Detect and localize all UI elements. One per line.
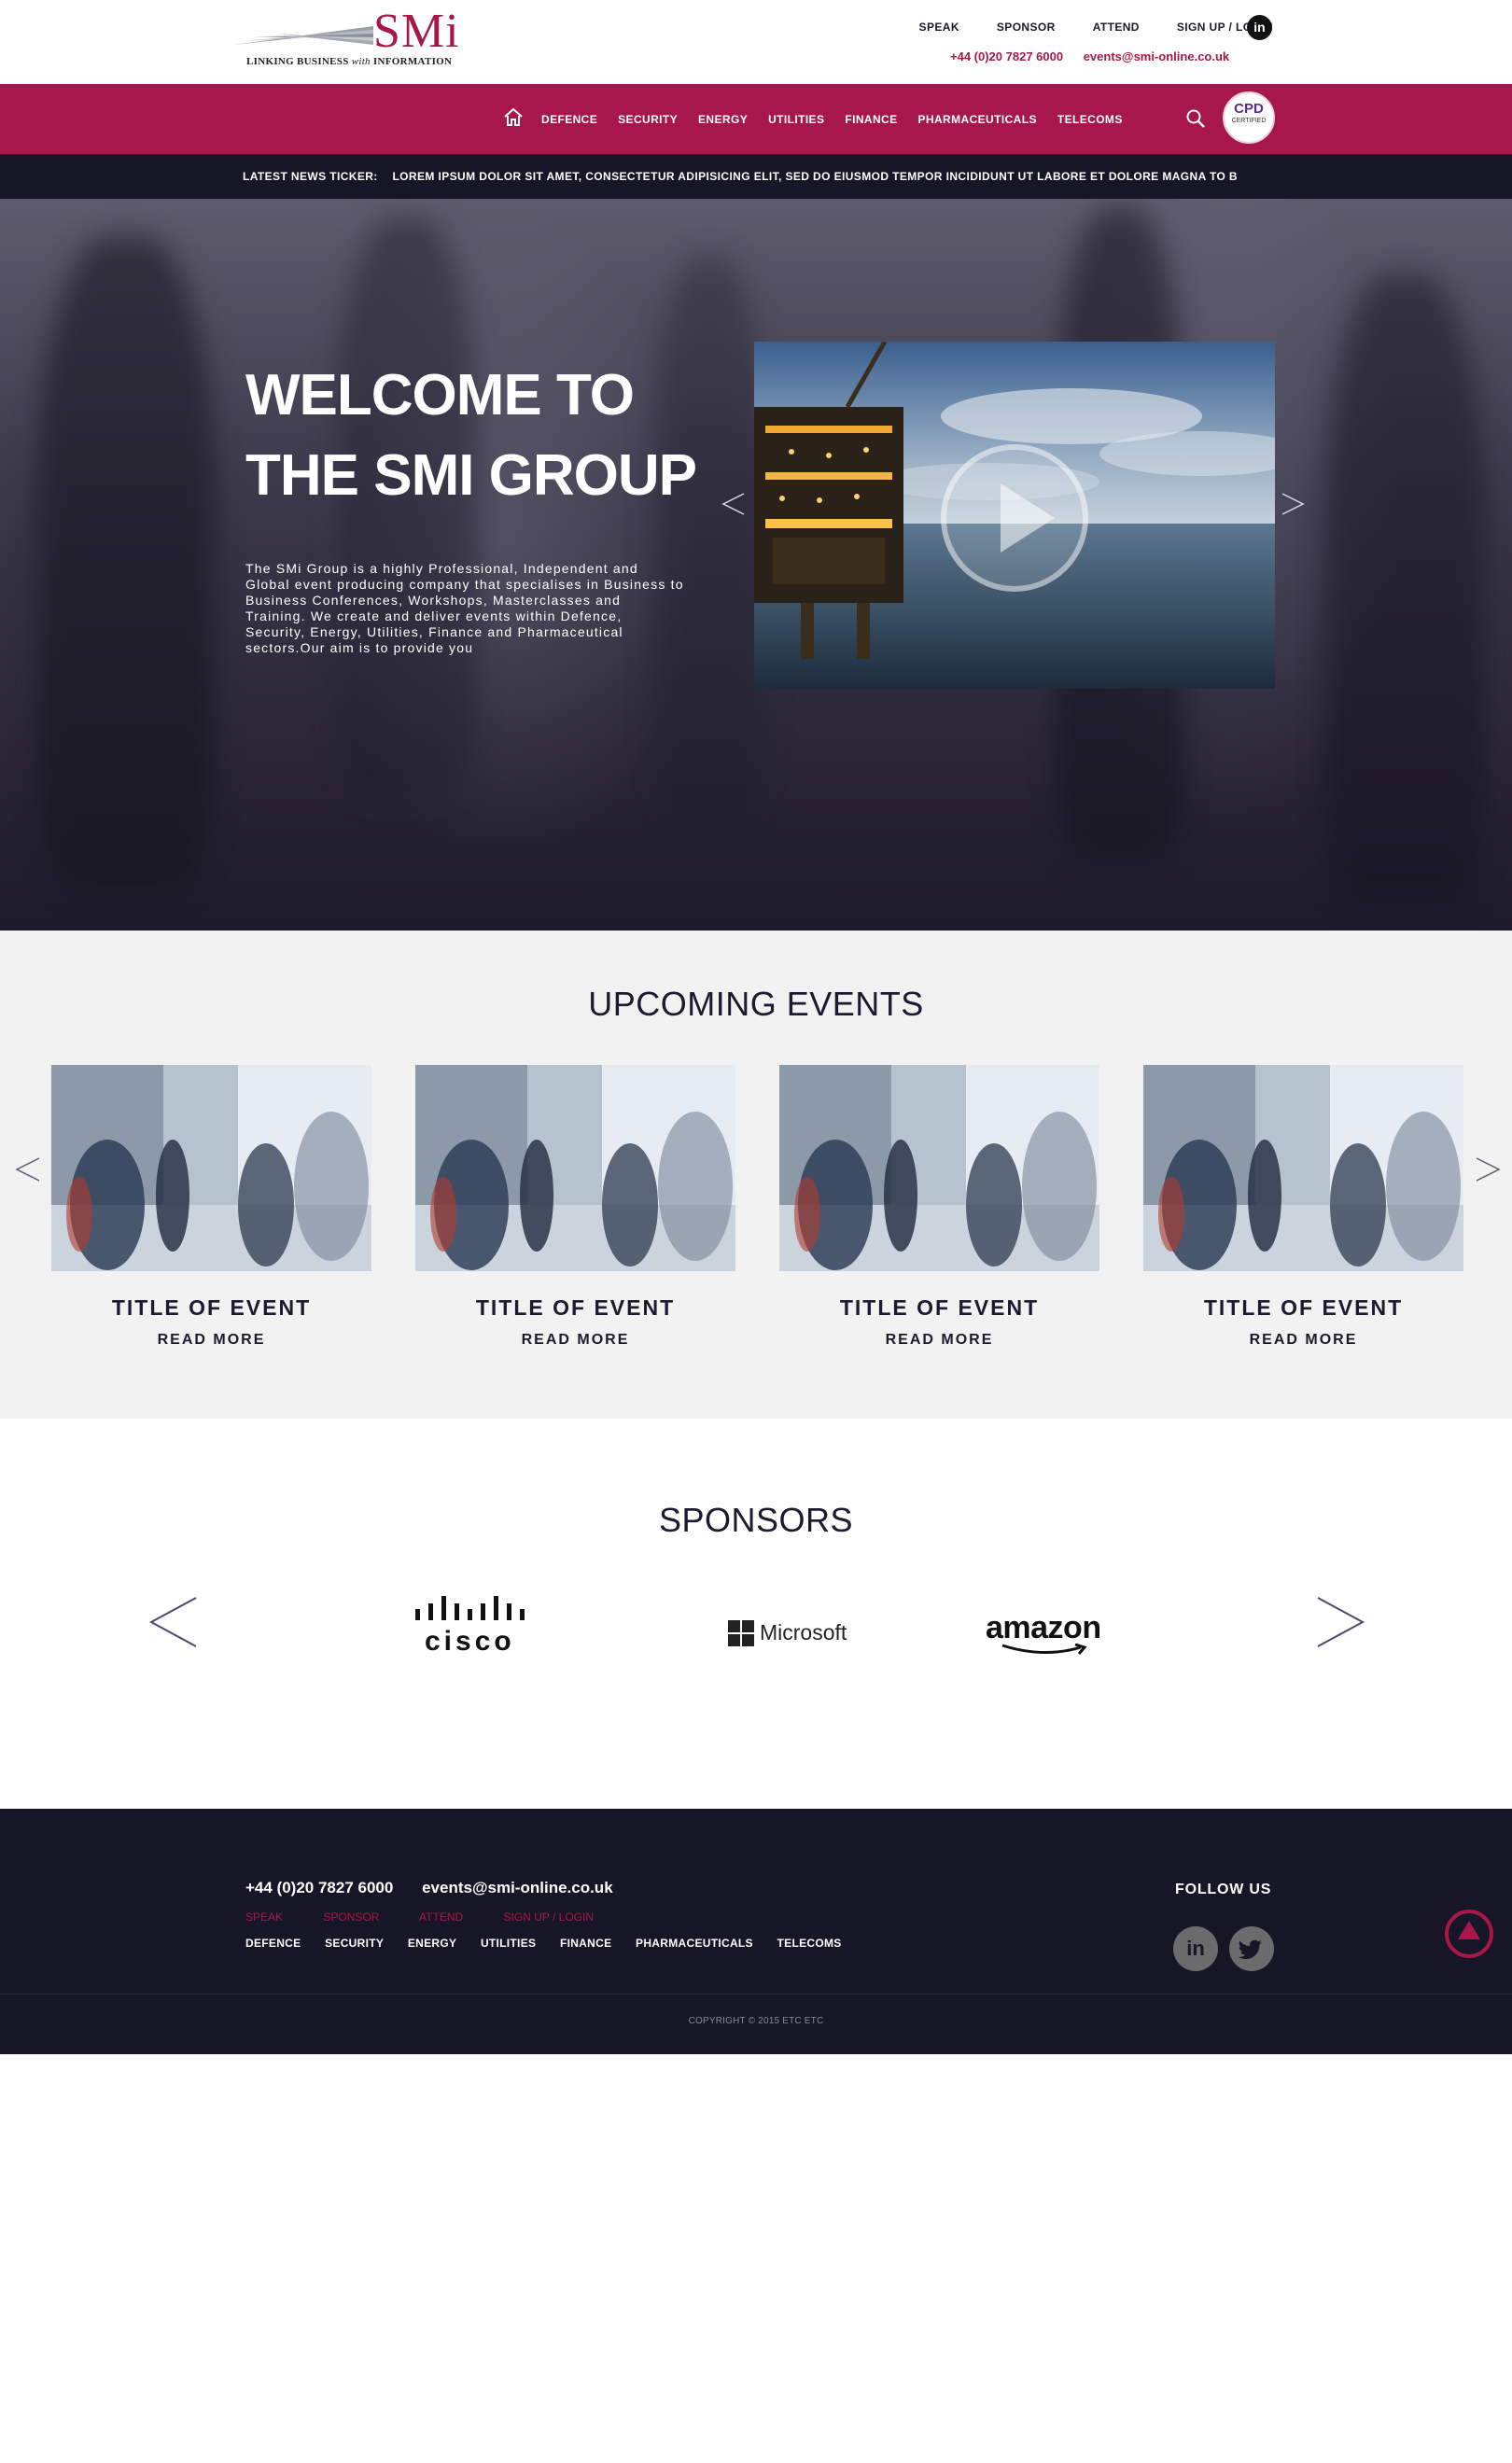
footer-top-links: SPEAK SPONSOR ATTEND SIGN UP / LOGIN <box>245 1910 631 1924</box>
event-image[interactable] <box>1143 1065 1463 1271</box>
chevron-right-icon[interactable] <box>1279 490 1307 518</box>
event-card: TITLE OF EVENT READ MORE <box>415 1065 735 1349</box>
hero-video[interactable] <box>754 342 1275 689</box>
cisco-wordmark: cisco <box>425 1626 515 1657</box>
header-contact: +44 (0)20 7827 6000 events@smi-online.co… <box>950 49 1246 63</box>
cpd-certified-badge: CPD CERTIFIED <box>1223 91 1275 144</box>
site-footer: +44 (0)20 7827 6000 events@smi-online.co… <box>0 1809 1512 2054</box>
nav-item-pharmaceuticals[interactable]: PHARMACEUTICALS <box>918 113 1037 126</box>
microsoft-grid-icon <box>728 1620 754 1646</box>
hero-description: The SMi Group is a highly Professional, … <box>245 561 684 655</box>
chevron-right-icon[interactable] <box>1473 1155 1503 1184</box>
read-more-link[interactable]: READ MORE <box>779 1332 1099 1349</box>
top-link-sponsor[interactable]: SPONSOR <box>997 21 1056 34</box>
event-card: TITLE OF EVENT READ MORE <box>1143 1065 1463 1349</box>
event-title[interactable]: TITLE OF EVENT <box>779 1295 1099 1321</box>
hero-title-line-2: THE SMI GROUP <box>245 443 697 508</box>
smi-logo[interactable]: SMi LINKING BUSINESS with INFORMATION <box>233 5 467 71</box>
main-nav: DEFENCE SECURITY ENERGY UTILITIES FINANC… <box>0 84 1512 154</box>
top-links: SPEAK SPONSOR ATTEND SIGN UP / LOGIN <box>882 21 1273 34</box>
amazon-smile-icon <box>1001 1644 1087 1655</box>
footer-nav-security[interactable]: SECURITY <box>325 1937 384 1950</box>
footer-nav-finance[interactable]: FINANCE <box>560 1937 611 1950</box>
footer-link-speak[interactable]: SPEAK <box>245 1910 283 1924</box>
amazon-logo[interactable]: amazon <box>986 1610 1107 1660</box>
linkedin-icon[interactable]: in <box>1173 1926 1218 1971</box>
read-more-link[interactable]: READ MORE <box>51 1332 371 1349</box>
ticker-text[interactable]: LOREM IPSUM DOLOR SIT AMET, CONSECTETUR … <box>392 170 1238 183</box>
nav-item-utilities[interactable]: UTILITIES <box>768 113 824 126</box>
top-link-speak[interactable]: SPEAK <box>919 21 959 34</box>
footer-nav-utilities[interactable]: UTILITIES <box>481 1937 536 1950</box>
event-image[interactable] <box>51 1065 371 1271</box>
ticker-label: LATEST NEWS TICKER: <box>243 170 378 183</box>
logo-tagline: LINKING BUSINESS with INFORMATION <box>246 56 453 67</box>
nav-item-security[interactable]: SECURITY <box>618 113 678 126</box>
copyright-text: COPYRIGHT © 2015 ETC ETC <box>688 2016 824 2026</box>
event-title[interactable]: TITLE OF EVENT <box>1143 1295 1463 1321</box>
nav-item-defence[interactable]: DEFENCE <box>541 113 597 126</box>
footer-nav: DEFENCE SECURITY ENERGY UTILITIES FINANC… <box>245 1937 862 1950</box>
back-to-top-icon[interactable] <box>1445 1910 1493 1958</box>
site-header: SMi LINKING BUSINESS with INFORMATION SP… <box>0 0 1512 84</box>
amazon-wordmark: amazon <box>986 1610 1101 1645</box>
upcoming-events-title: UPCOMING EVENTS <box>588 985 924 1023</box>
cpd-badge-title: CPD <box>1234 101 1264 117</box>
hero-bg-figure <box>37 236 215 889</box>
hero-bg-figure <box>1325 273 1484 908</box>
footer-link-signup-login[interactable]: SIGN UP / LOGIN <box>504 1910 594 1924</box>
linkedin-icon[interactable]: in <box>1247 15 1272 40</box>
hero-bg-figure <box>653 255 765 815</box>
microsoft-wordmark: Microsoft <box>760 1620 847 1644</box>
hero-banner: WELCOME TO THE SMI GROUP The SMi Group i… <box>0 199 1512 931</box>
microsoft-logo[interactable]: Microsoft <box>728 1615 868 1652</box>
event-image[interactable] <box>779 1065 1099 1271</box>
chevron-left-icon[interactable] <box>147 1596 200 1648</box>
search-icon[interactable] <box>1183 106 1208 131</box>
nav-item-energy[interactable]: ENERGY <box>698 113 748 126</box>
header-email[interactable]: events@smi-online.co.uk <box>1084 49 1229 63</box>
event-image[interactable] <box>415 1065 735 1271</box>
event-card: TITLE OF EVENT READ MORE <box>779 1065 1099 1349</box>
footer-email[interactable]: events@smi-online.co.uk <box>422 1879 613 1896</box>
play-icon[interactable] <box>941 444 1088 592</box>
chevron-left-icon[interactable] <box>13 1155 43 1184</box>
follow-us-label: FOLLOW US <box>1175 1882 1272 1897</box>
sponsors-title: SPONSORS <box>658 1501 854 1539</box>
footer-nav-energy[interactable]: ENERGY <box>408 1937 456 1950</box>
footer-nav-pharmaceuticals[interactable]: PHARMACEUTICALS <box>636 1937 753 1950</box>
footer-nav-telecoms[interactable]: TELECOMS <box>777 1937 842 1950</box>
event-title[interactable]: TITLE OF EVENT <box>415 1295 735 1321</box>
nav-item-finance[interactable]: FINANCE <box>845 113 897 126</box>
hero-title-line-1: WELCOME TO <box>245 363 635 427</box>
footer-contact: +44 (0)20 7827 6000 events@smi-online.co… <box>245 1879 637 1897</box>
cisco-logo[interactable]: cisco <box>413 1594 535 1661</box>
read-more-link[interactable]: READ MORE <box>415 1332 735 1349</box>
chevron-left-icon[interactable] <box>720 490 748 518</box>
home-icon[interactable] <box>502 106 525 129</box>
footer-nav-defence[interactable]: DEFENCE <box>245 1937 301 1950</box>
twitter-bird-icon <box>1238 1939 1262 1960</box>
logo-wordmark: SMi <box>373 5 460 58</box>
cisco-bars-icon <box>415 1596 525 1620</box>
event-card: TITLE OF EVENT READ MORE <box>51 1065 371 1349</box>
footer-link-sponsor[interactable]: SPONSOR <box>323 1910 379 1924</box>
chevron-right-icon[interactable] <box>1314 1596 1366 1648</box>
nav-item-telecoms[interactable]: TELECOMS <box>1057 113 1123 126</box>
header-phone[interactable]: +44 (0)20 7827 6000 <box>950 49 1063 63</box>
footer-link-attend[interactable]: ATTEND <box>419 1910 463 1924</box>
sponsors-section: SPONSORS cisco Microsoft amazon <box>0 1419 1512 1809</box>
news-ticker: LATEST NEWS TICKER: LOREM IPSUM DOLOR SI… <box>0 154 1512 199</box>
footer-phone[interactable]: +44 (0)20 7827 6000 <box>245 1879 393 1896</box>
twitter-icon[interactable] <box>1229 1926 1274 1971</box>
logo-speed-lines <box>233 26 373 45</box>
event-title[interactable]: TITLE OF EVENT <box>51 1295 371 1321</box>
top-link-attend[interactable]: ATTEND <box>1093 21 1140 34</box>
upcoming-events-section: UPCOMING EVENTS TITLE OF EVENT READ MORE <box>0 931 1512 1419</box>
cpd-badge-subtitle: CERTIFIED <box>1231 118 1267 124</box>
hero-title: WELCOME TO THE SMI GROUP <box>245 356 731 516</box>
read-more-link[interactable]: READ MORE <box>1143 1332 1463 1349</box>
nav-items: DEFENCE SECURITY ENERGY UTILITIES FINANC… <box>541 84 1143 154</box>
